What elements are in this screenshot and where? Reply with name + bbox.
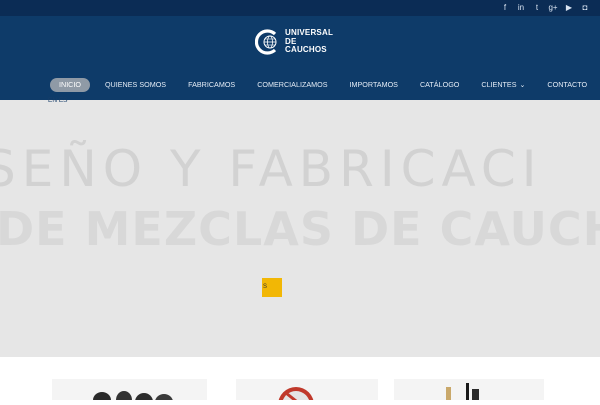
top-bar: f in t g+ ▶ ◘ (0, 0, 600, 16)
product-card[interactable] (394, 379, 544, 400)
hero-cta-button[interactable]: S (262, 278, 282, 297)
product-card[interactable] (236, 379, 378, 405)
chevron-down-icon: ⌄ (519, 82, 526, 89)
twitter-icon[interactable]: t (532, 3, 542, 13)
nav-item-clientes[interactable]: CLIENTES ⌄ (470, 78, 536, 92)
brand-logo[interactable]: UNIVERSAL DE CAUCHOS (255, 24, 347, 60)
social-links: f in t g+ ▶ ◘ (500, 3, 590, 13)
nav-item-clientes-label: CLIENTES (481, 80, 517, 89)
rubber-rings-image (93, 391, 173, 405)
nav-item-contacto[interactable]: CONTACTO (536, 78, 598, 92)
nav-item-fabricamos[interactable]: FABRICAMOS (177, 78, 246, 92)
rubber-parts-image (446, 383, 479, 400)
nav-item-comercializamos[interactable]: COMERCIALIZAMOS (246, 78, 338, 92)
google-plus-icon[interactable]: g+ (548, 3, 558, 13)
site-header: UNIVERSAL DE CAUCHOS INICIO QUIENES SOMO… (0, 16, 600, 100)
hero-slider: SEÑO Y FABRICACI DE MEZCLAS DE CAUCHO S (0, 100, 600, 357)
brand-name-line: CAUCHOS (285, 45, 327, 55)
globe-c-logo-icon (255, 29, 277, 55)
brand-name: UNIVERSAL DE CAUCHOS (285, 29, 333, 55)
youtube-icon[interactable]: ▶ (564, 3, 574, 13)
product-card[interactable] (52, 379, 207, 405)
product-cards (0, 357, 600, 405)
nav-item-quienes-somos[interactable]: QUIENES SOMOS (94, 78, 177, 92)
hero-headline-2: DE MEZCLAS DE CAUCHO (0, 202, 600, 256)
red-gasket-image (278, 387, 314, 405)
language-switcher[interactable]: EN ES (48, 97, 68, 104)
nav-item-inicio[interactable]: INICIO (50, 78, 90, 92)
instagram-icon[interactable]: ◘ (580, 3, 590, 13)
nav-item-importamos[interactable]: IMPORTAMOS (339, 78, 409, 92)
nav-item-catalogo[interactable]: CATÁLOGO (409, 78, 470, 92)
main-nav: INICIO QUIENES SOMOS FABRICAMOS COMERCIA… (50, 78, 600, 92)
hero-headline-1: SEÑO Y FABRICACI (0, 140, 543, 198)
facebook-icon[interactable]: f (500, 3, 510, 13)
linkedin-icon[interactable]: in (516, 3, 526, 13)
